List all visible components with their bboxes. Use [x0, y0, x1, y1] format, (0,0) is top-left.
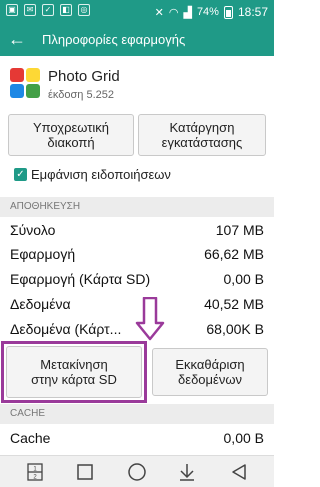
wifi-icon: ◠	[168, 6, 179, 19]
force-stop-button[interactable]: Υποχρεωτική διακοπή	[8, 114, 134, 156]
annotation-highlight-box	[1, 341, 147, 403]
mail-icon: ✉	[24, 4, 36, 16]
app-version: έκδοση 5.252	[48, 89, 114, 101]
clear-data-label: Εκκαθάριση δεδομένων	[175, 357, 245, 387]
status-bar-system-icons: ✕ ◠ ▟ 74% 18:57	[155, 5, 268, 19]
annotation-down-arrow-icon	[135, 297, 165, 341]
storage-row-value: 66,62 MB	[204, 246, 264, 262]
storage-section-header: ΑΠΟΘΗΚΕΥΣΗ	[0, 197, 274, 217]
uninstall-label: Κατάργηση εγκατάστασης	[161, 120, 243, 150]
storage-row-app: Εφαρμογή 66,62 MB	[0, 243, 274, 265]
show-notifications-label: Εμφάνιση ειδοποιήσεων	[31, 166, 171, 182]
home-button[interactable]	[126, 462, 148, 482]
storage-row-label: Δεδομένα	[10, 296, 71, 312]
dual-window-button[interactable]: 1 2	[24, 462, 46, 482]
status-bar: ▣ ✉ ✓ ◧ ◎ ✕ ◠ ▟ 74% 18:57	[0, 0, 274, 24]
uninstall-button[interactable]: Κατάργηση εγκατάστασης	[138, 114, 266, 156]
storage-row-label: Εφαρμογή (Κάρτα SD)	[10, 271, 151, 287]
navigation-bar: 1 2	[0, 455, 274, 487]
status-bar-notification-icons: ▣ ✉ ✓ ◧ ◎	[6, 4, 90, 16]
recents-button[interactable]	[74, 462, 96, 482]
back-triangle-icon	[232, 464, 246, 480]
back-arrow-icon[interactable]: ←	[8, 29, 26, 49]
app-info-header: Photo Grid έκδοση 5.252	[0, 56, 274, 112]
app-icon: ◧	[60, 4, 72, 16]
storage-row-value: 0,00 B	[223, 271, 264, 287]
signal-icon: ▟	[183, 6, 192, 19]
clock: 18:57	[237, 5, 268, 19]
clear-data-button[interactable]: Εκκαθάριση δεδομένων	[152, 348, 268, 396]
storage-row-label: Εφαρμογή	[10, 246, 76, 262]
mute-icon: ✕	[154, 6, 164, 19]
photo-grid-app-icon	[10, 68, 40, 98]
storage-row-value: 40,52 MB	[204, 296, 264, 312]
dual-window-icon: 1 2	[27, 463, 43, 481]
cache-row-value: 0,00 B	[223, 430, 264, 446]
storage-row-label: Δεδομένα (Κάρτ...	[10, 321, 122, 337]
arrow-down-icon	[180, 464, 194, 481]
lg-icon: ◎	[78, 4, 90, 16]
checkmark-icon: ✓	[42, 4, 54, 16]
photo-icon: ▣	[6, 4, 18, 16]
storage-row-total: Σύνολο 107 MB	[0, 219, 274, 241]
page-title: Πληροφορίες εφαρμογής	[42, 32, 186, 47]
notification-pulldown-button[interactable]	[176, 462, 198, 482]
cache-row: Cache 0,00 B	[0, 427, 274, 449]
cache-row-label: Cache	[10, 430, 51, 446]
storage-row-app-sd: Εφαρμογή (Κάρτα SD) 0,00 B	[0, 268, 274, 290]
app-bar: ← Πληροφορίες εφαρμογής	[0, 24, 274, 56]
storage-row-label: Σύνολο	[10, 222, 56, 238]
force-stop-label: Υποχρεωτική διακοπή	[32, 120, 110, 150]
storage-row-value: 68,00K B	[206, 321, 264, 337]
app-name: Photo Grid	[48, 68, 120, 85]
home-circle-icon	[128, 463, 146, 481]
back-button[interactable]	[228, 462, 250, 482]
cache-section-header: CACHE	[0, 404, 274, 424]
battery-percent: 74%	[196, 6, 219, 18]
battery-icon	[223, 5, 233, 19]
show-notifications-checkbox[interactable]: ✓	[14, 167, 27, 181]
storage-row-value: 107 MB	[215, 222, 264, 238]
recents-square-icon	[77, 464, 93, 480]
show-notifications-row[interactable]: ✓ Εμφάνιση ειδοποιήσεων	[14, 165, 171, 183]
